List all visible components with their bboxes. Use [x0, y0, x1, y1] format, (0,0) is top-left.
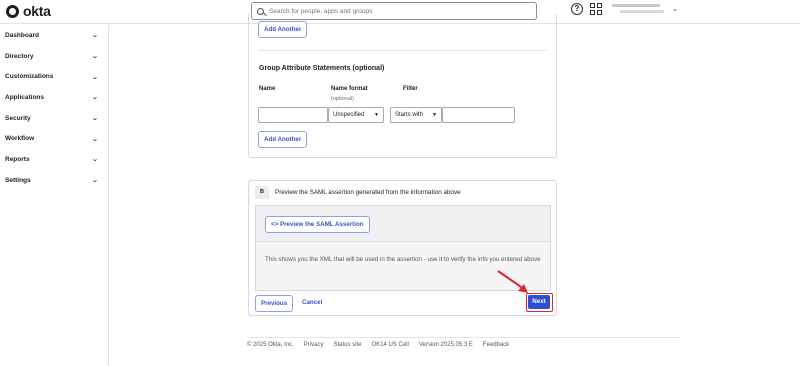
footer-status-link[interactable]: Status site — [333, 342, 361, 348]
chevron-down-icon: ⌄ — [91, 156, 99, 164]
chevron-down-icon: ⌄ — [91, 115, 99, 123]
okta-logo-icon — [6, 4, 19, 18]
user-menu[interactable] — [612, 4, 666, 14]
annotation-arrow-icon — [497, 270, 528, 293]
chevron-down-icon[interactable]: ⌄ — [672, 5, 678, 13]
sidebar-item-customizations[interactable]: Customizations ⌄ — [0, 66, 108, 87]
divider — [258, 50, 548, 51]
sidebar-item-directory[interactable]: Directory ⌄ — [0, 46, 108, 67]
attribute-statements-panel: Add Another Group Attribute Statements (… — [248, 14, 557, 158]
column-name-label: Name — [259, 86, 276, 92]
app-launcher-icon[interactable] — [590, 3, 602, 15]
group-name-input[interactable] — [258, 107, 328, 123]
cancel-link[interactable]: Cancel — [302, 299, 322, 306]
user-name-redacted — [612, 4, 660, 7]
footer-divider — [247, 337, 679, 338]
sidebar-item-applications[interactable]: Applications ⌄ — [0, 87, 108, 108]
preview-help-text: This shows you the XML that will be used… — [265, 256, 541, 263]
chevron-down-icon: ⌄ — [91, 73, 99, 81]
sidebar-item-reports[interactable]: Reports ⌄ — [0, 149, 108, 170]
group-attribute-title: Group Attribute Statements (optional) — [259, 65, 385, 72]
sidebar-item-settings[interactable]: Settings ⌄ — [0, 170, 108, 191]
column-name-format-label: Name format — [331, 86, 368, 92]
section-title: Preview the SAML assertion generated fro… — [275, 189, 461, 196]
footer: © 2025 Okta, Inc. Privacy Status site OK… — [247, 342, 509, 348]
filter-value-input[interactable] — [442, 107, 515, 123]
add-another-group-button[interactable]: Add Another — [258, 131, 308, 148]
column-filter-label: Filter — [403, 86, 418, 92]
footer-feedback-link[interactable]: Feedback — [483, 342, 509, 348]
chevron-down-icon: ⌄ — [91, 177, 99, 185]
step-badge: B — [255, 186, 269, 199]
add-another-attribute-button[interactable]: Add Another — [258, 21, 308, 38]
footer-copyright: © 2025 Okta, Inc. — [247, 342, 294, 348]
sidebar-nav: Dashboard ⌄ Directory ⌄ Customizations ⌄ Ap… — [0, 25, 109, 366]
footer-version: Version 2025.05.3 E — [418, 342, 473, 348]
preview-saml-assertion-button[interactable]: <> Preview the SAML Assertion — [265, 216, 370, 233]
chevron-down-icon: ⌄ — [91, 135, 99, 143]
chevron-down-icon: ⌄ — [91, 32, 99, 40]
okta-logo[interactable]: okta — [6, 3, 51, 19]
sidebar-item-security[interactable]: Security ⌄ — [0, 108, 108, 129]
chevron-down-icon: ⌄ — [91, 53, 99, 61]
footer-privacy-link[interactable]: Privacy — [304, 342, 324, 348]
previous-button[interactable]: Previous — [255, 295, 294, 312]
brand-name: okta — [23, 3, 51, 19]
dropdown-caret-icon: ▼ — [432, 112, 437, 118]
filter-select[interactable]: Starts with ▼ — [390, 107, 442, 123]
optional-hint: (optional) — [331, 96, 354, 102]
footer-cell: OK14 US Cell — [371, 342, 409, 348]
user-org-redacted — [620, 10, 664, 13]
dropdown-caret-icon: ▼ — [374, 112, 379, 118]
help-icon[interactable]: ? — [571, 3, 583, 15]
sidebar-item-dashboard[interactable]: Dashboard ⌄ — [0, 25, 108, 46]
name-format-select[interactable]: Unspecified ▼ — [328, 107, 384, 123]
sidebar-item-workflow[interactable]: Workflow ⌄ — [0, 128, 108, 149]
chevron-down-icon: ⌄ — [91, 94, 99, 102]
